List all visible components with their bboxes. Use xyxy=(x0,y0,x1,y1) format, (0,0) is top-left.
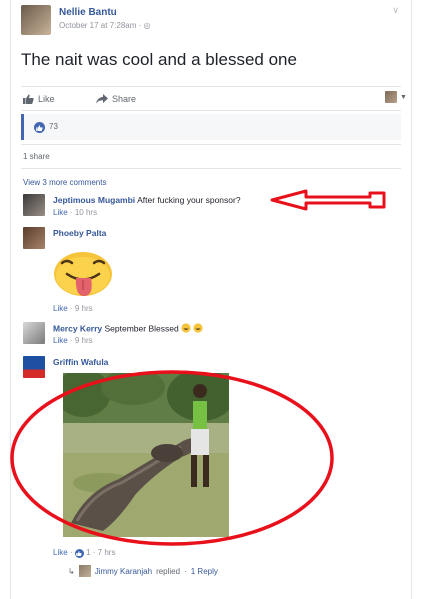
commenter-name[interactable]: Jeptimous Mugambi xyxy=(53,195,135,205)
author-name[interactable]: Nellie Bantu xyxy=(59,7,117,18)
meta-separator: · xyxy=(138,21,142,30)
author-avatar[interactable] xyxy=(21,5,51,35)
view-more-comments[interactable]: View 3 more comments xyxy=(23,178,106,187)
replier-name[interactable]: Jimmy Karanjah xyxy=(95,567,152,576)
laughing-emoji-icon xyxy=(181,323,205,335)
comment-text: September Blessed xyxy=(104,323,179,334)
post-card: Nellie Bantu October 17 at 7:28am · ◎ ∨ … xyxy=(10,0,412,599)
meta-separator: · xyxy=(184,566,187,576)
commenter-avatar[interactable] xyxy=(23,194,45,216)
reaction-accent-bar xyxy=(21,114,24,140)
reactions-row[interactable]: 73 xyxy=(21,114,401,140)
like-reaction-icon xyxy=(34,122,45,133)
comment-like-link[interactable]: Like xyxy=(53,304,68,313)
comment-like-count[interactable]: 1 xyxy=(86,548,90,557)
commenter-avatar[interactable] xyxy=(23,322,45,344)
caret-down-icon: ▼ xyxy=(400,93,407,101)
globe-icon: ◎ xyxy=(143,21,151,30)
post-timestamp[interactable]: October 17 at 7:28am xyxy=(59,21,136,30)
divider xyxy=(21,144,401,145)
like-reaction-icon xyxy=(74,549,84,558)
comment-text: After fucking your sponsor? xyxy=(137,195,241,205)
comment-meta: Like · 1 · 7 hrs xyxy=(53,548,116,558)
viewer-avatar xyxy=(385,91,397,103)
comment-like-link[interactable]: Like xyxy=(53,208,68,217)
reaction-count[interactable]: 73 xyxy=(49,122,58,131)
post-as-selector[interactable]: ▼ xyxy=(385,91,407,103)
commenter-avatar[interactable] xyxy=(23,227,45,249)
comment-like-link[interactable]: Like xyxy=(53,336,68,345)
comment-body: Phoeby Palta xyxy=(53,228,106,238)
comment-like-link[interactable]: Like xyxy=(53,548,68,557)
reply-arrow-icon: ↳ xyxy=(68,566,75,576)
comment-time[interactable]: 9 hrs xyxy=(75,336,93,345)
divider xyxy=(21,110,401,111)
commenter-avatar[interactable] xyxy=(23,356,45,378)
thumbs-up-icon xyxy=(23,94,34,104)
comment-meta: Like · 10 hrs xyxy=(53,208,97,217)
meta-separator: · xyxy=(69,336,73,345)
share-button[interactable]: Share xyxy=(96,94,136,104)
reply-count[interactable]: 1 Reply xyxy=(191,567,218,576)
post-header: Nellie Bantu October 17 at 7:28am · ◎ ∨ xyxy=(21,5,401,39)
comment-time[interactable]: 7 hrs xyxy=(98,548,116,557)
post-text: The nait was cool and a blessed one xyxy=(21,50,297,69)
chevron-down-icon[interactable]: ∨ xyxy=(392,5,399,16)
reply-action: replied xyxy=(156,566,181,576)
share-label: Share xyxy=(112,94,137,104)
meta-separator: · xyxy=(92,548,96,557)
commenter-name[interactable]: Phoeby Palta xyxy=(53,228,106,238)
comment-meta: Like · 9 hrs xyxy=(53,304,93,313)
reply-summary[interactable]: ↳ Jimmy Karanjah replied · 1 Reply xyxy=(68,565,218,577)
commenter-name[interactable]: Mercy Kerry xyxy=(53,323,102,333)
comment-body: Jeptimous Mugambi After fucking your spo… xyxy=(53,195,241,205)
comment-photo[interactable] xyxy=(63,373,229,537)
tongue-emoji-sticker xyxy=(53,250,113,300)
divider xyxy=(21,168,401,169)
divider xyxy=(21,86,401,87)
replier-avatar xyxy=(78,565,91,577)
comment-body: Mercy Kerry September Blessed xyxy=(53,323,205,335)
meta-separator: · xyxy=(69,208,73,217)
commenter-name[interactable]: Griffin Wafula xyxy=(53,357,108,367)
meta-separator: · xyxy=(69,548,73,557)
comment-body: Griffin Wafula xyxy=(53,357,108,367)
comment-time[interactable]: 9 hrs xyxy=(75,304,93,313)
comment-meta: Like · 9 hrs xyxy=(53,336,93,345)
comment-time[interactable]: 10 hrs xyxy=(75,208,97,217)
like-button[interactable]: Like xyxy=(23,94,55,104)
share-count[interactable]: 1 share xyxy=(23,152,50,161)
share-arrow-icon xyxy=(96,94,108,104)
post-meta: October 17 at 7:28am · ◎ xyxy=(59,21,151,30)
like-label: Like xyxy=(38,94,55,104)
meta-separator: · xyxy=(69,304,73,313)
